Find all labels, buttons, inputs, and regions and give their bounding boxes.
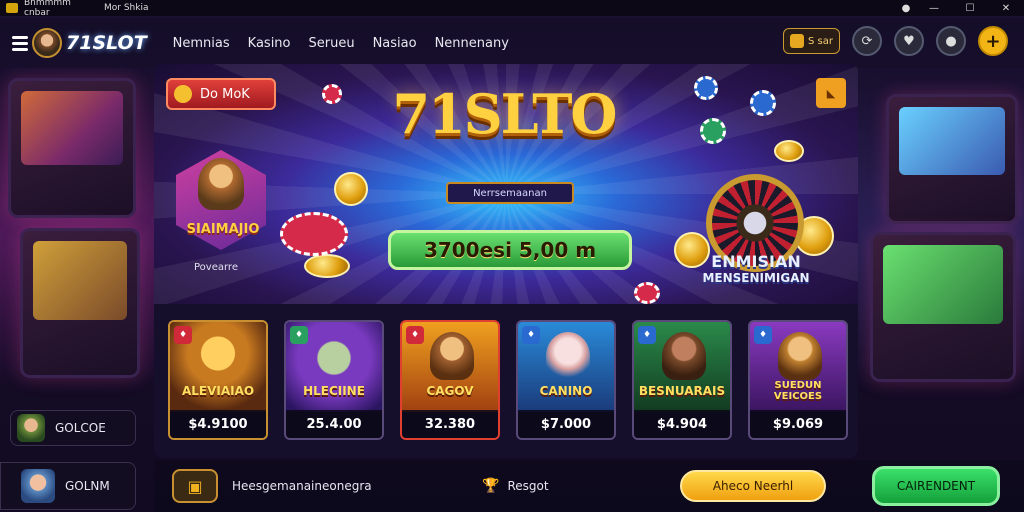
game-grid: ♦ ALEVIAIAO $4.9100 ♦ HLECIINE 25.4.00 ♦… xyxy=(168,320,848,440)
bottom-left-text: Heesgemanaineonegra xyxy=(232,479,372,493)
hero-banner: Do MoK ◣ SIAIMAJIO Povearre 71SLTO Nerrs… xyxy=(154,64,858,304)
hero-logo-title: 71SLTO xyxy=(392,82,618,146)
game-card[interactable]: ♦ SUEDUN VEICOES $9.069 xyxy=(748,320,848,440)
bg-slot-machine-left-2 xyxy=(20,228,140,378)
game-tag-icon: ♦ xyxy=(522,326,540,344)
game-card-price: $9.069 xyxy=(750,410,846,438)
bg-slot-machine-right-1 xyxy=(886,94,1018,224)
gold-coin-icon xyxy=(334,172,368,206)
game-tag-icon: ♦ xyxy=(290,326,308,344)
top-navbar: 71SLOT Nemnias Kasino Serueu Nasiao Nenn… xyxy=(0,18,1024,68)
window-subtitle: Mor Shkia xyxy=(104,3,149,13)
jackpot-display[interactable]: 3700esi 5,00 m xyxy=(388,230,632,270)
bottom-mid-group[interactable]: 🏆 Resgot xyxy=(482,478,549,494)
promo-button[interactable]: Do MoK xyxy=(166,78,276,110)
game-card-title: CANINO xyxy=(539,384,593,398)
minimize-button[interactable]: — xyxy=(916,0,952,16)
bottom-bar: ▣ Heesgemanaineonegra 🏆 Resgot Aheco Nee… xyxy=(154,460,1024,512)
game-card[interactable]: ♦ CAGOV 32.380 xyxy=(400,320,500,440)
bottom-mid-text: Resgot xyxy=(507,479,549,493)
featured-game-title: SIAIMAJIO xyxy=(186,222,260,237)
coin-balance-button[interactable]: S sar xyxy=(783,28,840,54)
brand-logo[interactable]: 71SLOT xyxy=(66,32,147,54)
game-card-price: $4.9100 xyxy=(170,410,266,438)
refresh-icon[interactable]: ⟳ xyxy=(852,26,882,56)
game-card-title: HLECIINE xyxy=(303,384,365,398)
coin-icon xyxy=(790,34,805,48)
game-tag-icon: ♦ xyxy=(754,326,772,344)
yellow-action-button[interactable]: Aheco Neerhl xyxy=(680,470,826,502)
casino-chip-icon xyxy=(750,90,776,116)
green-action-button[interactable]: CAIRENDENT xyxy=(872,466,1000,506)
heart-icon[interactable]: ♥ xyxy=(894,26,924,56)
add-funds-icon[interactable]: + xyxy=(978,26,1008,56)
casino-chip-icon xyxy=(634,282,660,304)
gold-coin-icon xyxy=(774,140,804,162)
nav-link-2[interactable]: Kasino xyxy=(248,36,291,51)
user-avatar xyxy=(17,414,45,442)
hero-corner-button[interactable]: ◣ xyxy=(816,78,846,108)
status-icon: ● xyxy=(901,2,911,14)
bg-slot-machine-right-2 xyxy=(870,232,1016,382)
gold-coin-icon xyxy=(304,254,350,278)
game-card-title: BESNUARAIS xyxy=(638,384,726,398)
window-titlebar: Bnmmmm cnbar Mor Shkia ● — ☐ ✕ xyxy=(0,0,1024,18)
nav-actions: S sar ⟳ ♥ ● + xyxy=(783,26,1008,56)
game-card[interactable]: ♦ BESNUARAIS $4.904 xyxy=(632,320,732,440)
game-character xyxy=(662,332,706,380)
nav-link-3[interactable]: Serueu xyxy=(309,36,355,51)
user-avatar xyxy=(21,469,55,503)
nav-link-4[interactable]: Nasiao xyxy=(373,36,417,51)
maximize-button[interactable]: ☐ xyxy=(952,0,988,16)
casino-chip-icon xyxy=(694,76,718,100)
game-card[interactable]: ♦ ALEVIAIAO $4.9100 xyxy=(168,320,268,440)
roulette-title-text: ENMISIAN xyxy=(711,252,801,271)
game-card-title: SUEDUN VEICOES xyxy=(773,380,823,402)
main-panel: Do MoK ◣ SIAIMAJIO Povearre 71SLTO Nerrs… xyxy=(154,64,858,458)
game-card-title: CAGOV xyxy=(426,384,474,398)
casino-chip-icon xyxy=(700,118,726,144)
game-card-price: 32.380 xyxy=(402,410,498,438)
chat-icon[interactable]: ● xyxy=(936,26,966,56)
bg-slot-machine-left-1 xyxy=(8,78,136,218)
sidebar-pill-2[interactable]: GOLNM xyxy=(0,462,136,510)
close-button[interactable]: ✕ xyxy=(988,0,1024,16)
window-title: Bnmmmm cnbar xyxy=(24,0,71,18)
promo-button-label: Do MoK xyxy=(200,86,250,102)
sidebar-pill-1-label: GOLCOE xyxy=(55,421,106,435)
nav-links: Nemnias Kasino Serueu Nasiao Nennenany xyxy=(173,36,509,51)
bottom-left-group: ▣ Heesgemanaineonegra xyxy=(172,469,372,503)
game-card-price: 25.4.00 xyxy=(286,410,382,438)
casino-chip-icon xyxy=(280,212,348,256)
game-card[interactable]: ♦ CANINO $7.000 xyxy=(516,320,616,440)
game-card-title: ALEVIAIAO xyxy=(181,384,255,398)
window-controls: ● — ☐ ✕ xyxy=(896,0,1024,16)
wallet-icon[interactable]: ▣ xyxy=(172,469,218,503)
promo-icon xyxy=(174,85,192,103)
app-icon xyxy=(6,3,18,13)
trophy-icon: 🏆 xyxy=(482,478,500,494)
coin-balance-label: S sar xyxy=(808,35,833,47)
game-card-price: $4.904 xyxy=(634,410,730,438)
game-character xyxy=(430,332,474,380)
casino-chip-icon xyxy=(322,84,342,104)
featured-game-subtitle: Povearre xyxy=(194,262,238,273)
game-tag-icon: ♦ xyxy=(638,326,656,344)
nav-link-5[interactable]: Nennenany xyxy=(435,36,509,51)
game-tag-icon: ♦ xyxy=(174,326,192,344)
roulette-subtitle: MENSENIMIGAN xyxy=(702,271,810,285)
sidebar-pill-1[interactable]: GOLCOE xyxy=(10,410,136,446)
game-card-price: $7.000 xyxy=(518,410,614,438)
nav-link-1[interactable]: Nemnias xyxy=(173,36,230,51)
hamburger-menu-icon[interactable] xyxy=(12,35,28,51)
sidebar-pill-2-label: GOLNM xyxy=(65,479,110,493)
brand-avatar xyxy=(32,28,62,58)
game-card[interactable]: ♦ HLECIINE 25.4.00 xyxy=(284,320,384,440)
roulette-title[interactable]: ENMISIAN MENSENIMIGAN xyxy=(682,254,830,286)
game-tag-icon: ♦ xyxy=(406,326,424,344)
game-character xyxy=(546,332,590,380)
hero-logo-subtitle: Nerrsemaanan xyxy=(446,182,574,204)
game-character xyxy=(778,332,822,380)
featured-character xyxy=(198,158,244,210)
